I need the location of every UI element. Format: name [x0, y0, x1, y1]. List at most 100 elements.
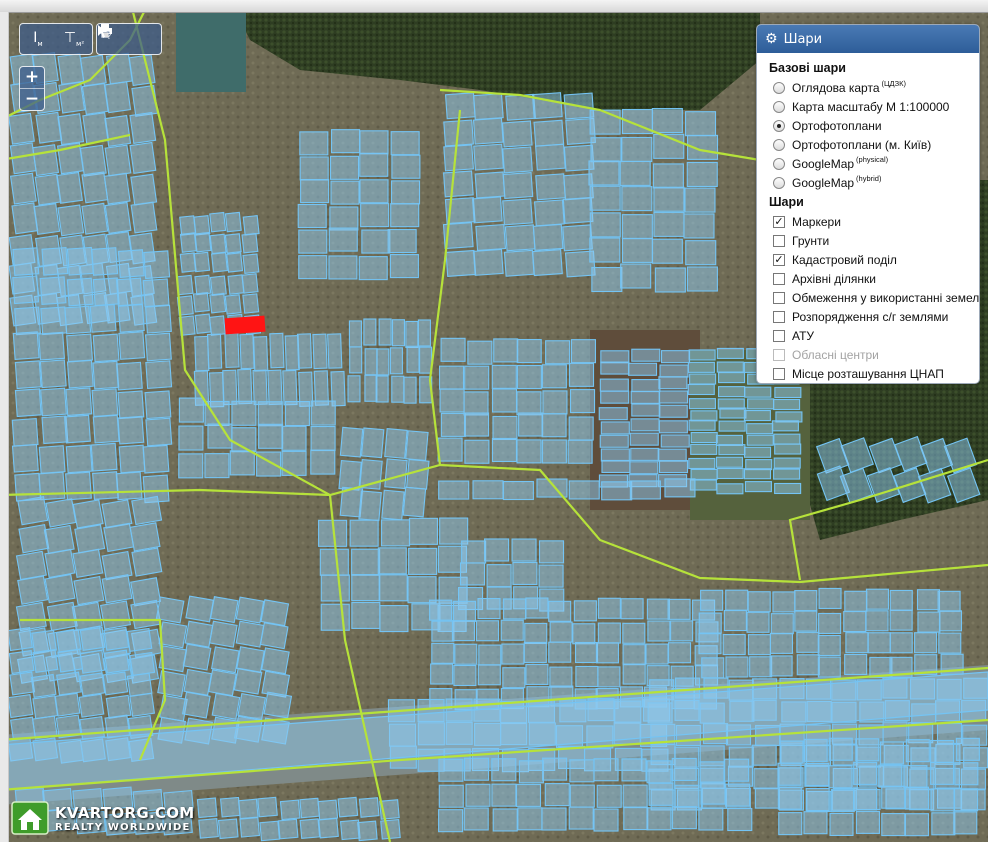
land-parcel[interactable] — [688, 419, 716, 431]
land-parcel[interactable] — [491, 364, 517, 389]
land-parcel[interactable] — [843, 611, 867, 633]
land-parcel[interactable] — [390, 203, 420, 228]
land-parcel[interactable] — [103, 626, 130, 651]
land-parcel[interactable] — [646, 807, 672, 831]
land-parcel[interactable] — [541, 413, 567, 438]
land-parcel[interactable] — [115, 471, 143, 501]
land-parcel[interactable] — [257, 796, 278, 818]
land-parcel[interactable] — [725, 656, 749, 678]
land-parcel[interactable] — [144, 332, 172, 362]
land-parcel[interactable] — [320, 603, 350, 631]
land-parcel[interactable] — [65, 444, 93, 474]
land-parcel[interactable] — [954, 762, 979, 786]
land-parcel[interactable] — [194, 231, 212, 253]
land-parcel[interactable] — [103, 172, 131, 205]
land-parcel[interactable] — [82, 112, 110, 145]
land-parcel[interactable] — [686, 161, 718, 188]
land-parcel[interactable] — [176, 274, 194, 296]
land-parcel[interactable] — [664, 478, 696, 498]
land-parcel[interactable] — [210, 252, 229, 273]
land-parcel[interactable] — [417, 319, 431, 347]
land-parcel[interactable] — [590, 137, 622, 163]
land-parcel[interactable] — [715, 456, 744, 468]
land-parcel[interactable] — [930, 788, 955, 812]
land-parcel[interactable] — [429, 599, 453, 621]
land-parcel[interactable] — [179, 232, 197, 253]
land-parcel[interactable] — [516, 364, 542, 390]
land-parcel[interactable] — [347, 375, 361, 403]
land-parcel[interactable] — [209, 275, 227, 297]
land-parcel[interactable] — [472, 248, 504, 276]
land-parcel[interactable] — [486, 564, 512, 588]
land-parcel[interactable] — [545, 340, 571, 365]
land-parcel[interactable] — [196, 797, 218, 819]
land-parcel[interactable] — [515, 783, 542, 807]
land-parcel[interactable] — [391, 375, 405, 403]
land-parcel[interactable] — [500, 619, 524, 641]
land-parcel[interactable] — [442, 170, 474, 198]
land-parcel[interactable] — [463, 757, 490, 781]
land-parcel[interactable] — [828, 737, 853, 761]
land-parcel[interactable] — [627, 362, 658, 376]
land-parcel[interactable] — [505, 93, 536, 121]
land-parcel[interactable] — [541, 439, 567, 464]
land-parcel[interactable] — [700, 589, 724, 611]
land-parcel[interactable] — [79, 672, 106, 697]
checkbox[interactable] — [773, 291, 785, 304]
land-parcel[interactable] — [145, 360, 173, 390]
land-parcel[interactable] — [129, 111, 157, 144]
land-parcel[interactable] — [651, 238, 683, 264]
land-parcel[interactable] — [818, 612, 842, 635]
land-parcel[interactable] — [358, 490, 382, 522]
land-parcel[interactable] — [700, 781, 726, 805]
land-parcel[interactable] — [690, 443, 718, 455]
land-parcel[interactable] — [653, 186, 685, 212]
land-parcel[interactable] — [92, 333, 120, 363]
land-parcel[interactable] — [568, 362, 595, 387]
land-parcel[interactable] — [914, 632, 938, 654]
overlay-layer-option[interactable]: ✓ Маркери — [769, 212, 979, 231]
land-parcel[interactable] — [535, 143, 566, 171]
land-parcel[interactable] — [491, 758, 517, 782]
land-parcel[interactable] — [297, 203, 327, 229]
land-parcel[interactable] — [544, 783, 570, 807]
land-parcel[interactable] — [320, 574, 350, 602]
land-parcel[interactable] — [296, 333, 313, 369]
land-parcel[interactable] — [568, 480, 600, 500]
land-parcel[interactable] — [905, 739, 930, 763]
land-parcel[interactable] — [104, 201, 132, 234]
land-parcel[interactable] — [844, 590, 868, 612]
land-parcel[interactable] — [654, 267, 686, 293]
land-parcel[interactable] — [930, 761, 955, 785]
land-parcel[interactable] — [794, 610, 818, 632]
land-parcel[interactable] — [829, 812, 854, 836]
land-parcel[interactable] — [828, 765, 853, 789]
land-parcel[interactable] — [431, 620, 455, 642]
land-parcel[interactable] — [589, 237, 621, 263]
land-parcel[interactable] — [745, 459, 773, 471]
land-parcel[interactable] — [391, 319, 406, 347]
land-parcel[interactable] — [600, 350, 630, 364]
land-parcel[interactable] — [589, 185, 621, 211]
land-parcel[interactable] — [211, 692, 241, 720]
land-parcel[interactable] — [79, 716, 106, 741]
land-parcel[interactable] — [387, 229, 417, 254]
land-parcel[interactable] — [298, 229, 328, 254]
land-parcel[interactable] — [452, 600, 477, 622]
land-parcel[interactable] — [129, 692, 156, 717]
land-parcel[interactable] — [8, 649, 35, 675]
land-parcel[interactable] — [596, 784, 622, 808]
land-parcel[interactable] — [917, 611, 941, 633]
land-parcel[interactable] — [698, 612, 722, 634]
land-parcel[interactable] — [185, 595, 215, 623]
base-layer-option[interactable]: GoogleMap (physical) — [769, 154, 979, 173]
land-parcel[interactable] — [658, 376, 688, 390]
land-parcel[interactable] — [502, 198, 533, 226]
land-parcel[interactable] — [589, 212, 621, 238]
land-parcel[interactable] — [317, 799, 339, 821]
base-layer-option[interactable]: Оглядова карта (ЦДЗК) — [769, 78, 979, 97]
land-parcel[interactable] — [349, 519, 379, 547]
land-parcel[interactable] — [511, 538, 537, 562]
land-parcel[interactable] — [18, 523, 50, 554]
land-parcel[interactable] — [670, 620, 694, 642]
